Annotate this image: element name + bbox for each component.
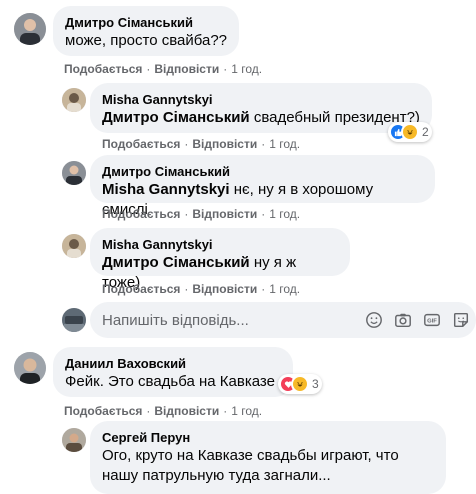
comment-actions: Подобається · Відповісти · 1 год. (102, 137, 301, 151)
comment-timestamp[interactable]: 1 год. (269, 282, 300, 296)
like-button[interactable]: Подобається (102, 137, 180, 151)
comment-author[interactable]: Misha Gannytskyi (102, 91, 420, 108)
comment-author[interactable]: Дмитро Сіманський (102, 163, 423, 180)
avatar[interactable] (62, 161, 86, 185)
like-button[interactable]: Подобається (102, 207, 180, 221)
comment-timestamp[interactable]: 1 год. (231, 62, 262, 76)
gif-icon[interactable]: GIF (422, 310, 442, 330)
reply-button[interactable]: Відповісти (154, 62, 219, 76)
comment-actions: Подобається · Відповісти · 1 год. (64, 404, 263, 418)
reactions-summary[interactable]: 2 (388, 122, 432, 142)
comment-author[interactable]: Misha Gannytskyi (102, 236, 338, 253)
comment-actions: Подобається · Відповісти · 1 год. (102, 207, 301, 221)
avatar[interactable] (62, 88, 86, 112)
comment-actions: Подобається · Відповісти · 1 год. (102, 282, 301, 296)
sticker-icon[interactable] (451, 310, 471, 330)
like-button[interactable]: Подобається (102, 282, 180, 296)
comment-author[interactable]: Дмитро Сіманський (65, 14, 227, 31)
avatar[interactable] (14, 13, 46, 45)
reaction-count: 2 (422, 125, 429, 139)
avatar[interactable] (62, 428, 86, 452)
reply-button[interactable]: Відповісти (192, 207, 257, 221)
reaction-count: 3 (312, 377, 319, 391)
reply-button[interactable]: Відповісти (154, 404, 219, 418)
like-button[interactable]: Подобається (64, 404, 142, 418)
comment-author[interactable]: Даниил Ваховский (65, 355, 281, 372)
comment-bubble: Misha Gannytskyi Дмитро Сіманський ну я … (90, 228, 350, 291)
smiley-icon[interactable] (364, 310, 384, 330)
reply-button[interactable]: Відповісти (192, 282, 257, 296)
camera-icon[interactable] (393, 310, 413, 330)
like-button[interactable]: Подобається (64, 62, 142, 76)
comment-text: Ого, круто на Кавказе свадьбы играют, чт… (102, 447, 399, 484)
haha-reaction-icon (291, 375, 309, 393)
haha-reaction-icon (401, 123, 419, 141)
svg-text:GIF: GIF (427, 319, 437, 325)
current-user-avatar (62, 308, 86, 332)
comment-text: може, просто свайба?? (65, 32, 228, 49)
comment-bubble: Дмитро Сіманський може, просто свайба?? (53, 6, 239, 56)
mention-link[interactable]: Дмитро Сіманський (102, 109, 250, 126)
reply-input[interactable] (102, 302, 332, 338)
avatar[interactable] (62, 234, 86, 258)
reply-input-box[interactable]: GIF (90, 302, 476, 338)
comment-author[interactable]: Сергей Перун (102, 429, 434, 446)
comment-timestamp[interactable]: 1 год. (231, 404, 262, 418)
comment-actions: Подобається · Відповісти · 1 год. (64, 62, 263, 76)
comment-bubble: Сергей Перун Ого, круто на Кавказе свадь… (90, 421, 446, 494)
mention-link[interactable]: Дмитро Сіманський (102, 254, 250, 271)
comment-bubble: Дмитро Сіманський Misha Gannytskyi нє, н… (90, 155, 435, 218)
comment-bubble: Даниил Ваховский Фейк. Это свадьба на Ка… (53, 347, 293, 397)
comment-timestamp[interactable]: 1 год. (269, 137, 300, 151)
mention-link[interactable]: Misha Gannytskyi (102, 181, 230, 198)
comment-bubble: Misha Gannytskyi Дмитро Сіманський сваде… (90, 83, 432, 133)
reactions-summary[interactable]: 3 (278, 374, 322, 394)
comment-timestamp[interactable]: 1 год. (269, 207, 300, 221)
reply-button[interactable]: Відповісти (192, 137, 257, 151)
avatar[interactable] (14, 352, 46, 384)
comment-text: Фейк. Это свадьба на Кавказе (65, 373, 275, 390)
comment-text: Дмитро Сіманський свадебный президент?) (102, 109, 420, 126)
